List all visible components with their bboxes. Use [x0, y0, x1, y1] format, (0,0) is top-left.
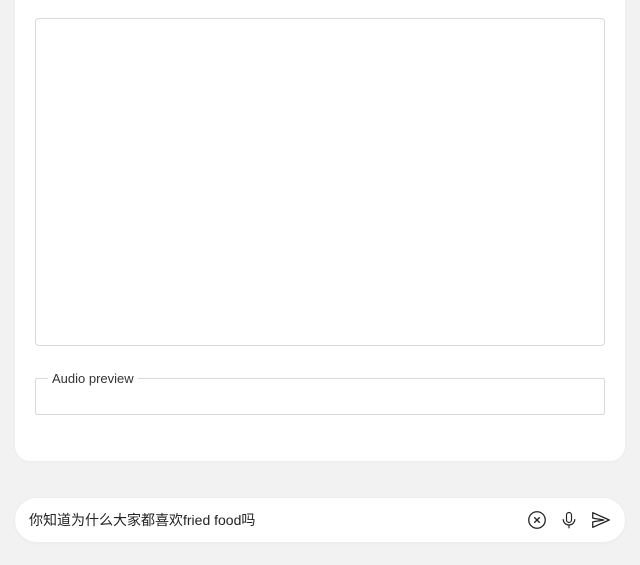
send-button[interactable]	[585, 504, 617, 536]
microphone-button[interactable]	[553, 504, 585, 536]
chat-input[interactable]	[29, 498, 521, 542]
microphone-icon	[559, 510, 579, 530]
cancel-icon	[526, 509, 548, 531]
audio-preview-group: Audio preview	[35, 371, 605, 415]
cancel-button[interactable]	[521, 504, 553, 536]
preview-card: Audio preview	[14, 0, 626, 462]
response-textarea[interactable]	[35, 18, 605, 346]
send-icon	[590, 509, 612, 531]
audio-preview-legend: Audio preview	[48, 371, 138, 386]
chat-input-bar	[14, 497, 626, 543]
